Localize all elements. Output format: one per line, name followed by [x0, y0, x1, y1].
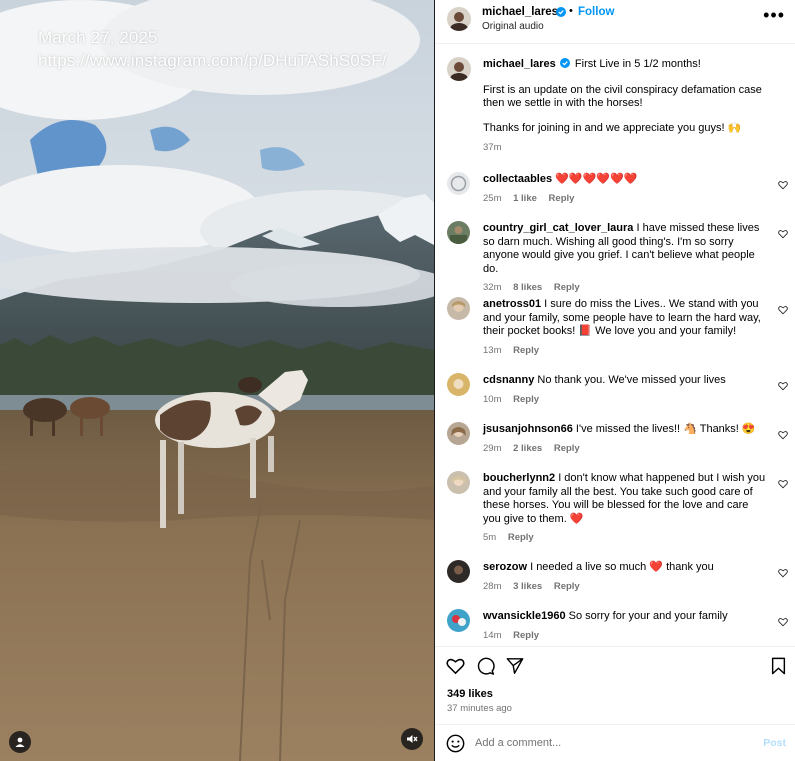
comment-likes[interactable]: 3 likes — [513, 581, 542, 592]
comment-time: 13m — [483, 344, 502, 356]
comment-time: 28m — [483, 580, 502, 592]
heart-icon[interactable] — [778, 229, 788, 242]
post-side-panel: michael_lares • Follow Original audio ••… — [435, 0, 795, 761]
caption-title: First Live in 5 1/2 months! — [574, 58, 701, 70]
comment-icon[interactable] — [476, 657, 495, 678]
reply-button[interactable]: Reply — [554, 282, 580, 293]
avatar[interactable] — [447, 57, 471, 81]
video-frame — [0, 0, 434, 761]
post-header: michael_lares • Follow Original audio ••… — [435, 0, 795, 44]
comment-time: 32m — [483, 282, 502, 293]
caption-timestamp: 37m — [483, 142, 502, 153]
caption-paragraph: First is an update on the civil conspira… — [483, 83, 762, 110]
like-icon[interactable] — [446, 657, 465, 678]
comment-text: So sorry for your and your family — [568, 610, 728, 622]
verified-badge-icon — [556, 7, 566, 20]
avatar[interactable] — [447, 172, 470, 195]
comment-username[interactable]: country_girl_cat_lover_laura — [483, 222, 633, 234]
caption-paragraph: Thanks for joining in and we appreciate … — [483, 121, 742, 134]
heart-icon[interactable] — [778, 430, 788, 443]
avatar[interactable] — [447, 221, 470, 244]
speaker-muted-icon — [407, 735, 418, 743]
reply-button[interactable]: Reply — [513, 394, 539, 405]
post-media[interactable]: March 27, 2025 https://www.instagram.com… — [0, 0, 434, 761]
comment-composer: Post — [435, 724, 795, 761]
comment-username[interactable]: anetross01 — [483, 298, 541, 310]
reply-button[interactable]: Reply — [549, 193, 575, 204]
heart-icon[interactable] — [778, 381, 788, 394]
likes-count[interactable]: 349 likes — [447, 688, 493, 700]
avatar[interactable] — [447, 560, 470, 583]
comment-text: No thank you. We've missed your lives — [537, 374, 726, 386]
comment-time: 10m — [483, 393, 502, 405]
reply-button[interactable]: Reply — [513, 345, 539, 356]
comment-username[interactable]: serozow — [483, 561, 527, 573]
bookmark-icon[interactable] — [771, 657, 786, 678]
avatar[interactable] — [447, 422, 470, 445]
heart-icon[interactable] — [778, 180, 788, 193]
avatar[interactable] — [447, 471, 470, 494]
user-icon — [15, 737, 25, 747]
reply-button[interactable]: Reply — [554, 443, 580, 454]
comment-username[interactable]: wvansickle1960 — [483, 610, 566, 622]
comment-input[interactable] — [475, 734, 745, 752]
comment-text: ❤️❤️❤️❤️❤️❤️ — [555, 173, 638, 185]
reply-button[interactable]: Reply — [508, 532, 534, 543]
caption-username[interactable]: michael_lares — [483, 58, 556, 70]
comment-time: 29m — [483, 442, 502, 454]
comment-username[interactable]: jsusanjohnson66 — [483, 423, 573, 435]
heart-icon[interactable] — [778, 617, 788, 630]
comment-username[interactable]: cdsnanny — [483, 374, 534, 386]
comment-time: 25m — [483, 192, 502, 204]
avatar[interactable] — [447, 609, 470, 632]
comments-list: collectaables ❤️❤️❤️❤️❤️❤️ 25m 1 like Re… — [435, 168, 795, 646]
post-comment-button[interactable]: Post — [763, 737, 786, 749]
comment-likes[interactable]: 2 likes — [513, 443, 542, 454]
audio-label[interactable]: Original audio — [482, 21, 544, 32]
post-timestamp: 37 minutes ago — [447, 703, 512, 714]
comment-likes[interactable]: 8 likes — [513, 282, 542, 293]
comment-text: I've missed the lives!! 🐴 Thanks! 😍 — [575, 423, 756, 435]
reply-button[interactable]: Reply — [513, 630, 539, 641]
comment-time: 14m — [483, 629, 502, 641]
comment-time: 5m — [483, 532, 497, 543]
avatar[interactable] — [447, 373, 470, 396]
post-actions: 349 likes 37 minutes ago — [435, 646, 795, 724]
heart-icon[interactable] — [778, 305, 788, 318]
tagged-users-button[interactable] — [9, 731, 31, 753]
comment-text: I needed a live so much ❤️ thank you — [530, 561, 714, 573]
author-username[interactable]: michael_lares — [482, 6, 558, 18]
emoji-icon[interactable] — [446, 734, 465, 756]
follow-button[interactable]: Follow — [578, 6, 614, 18]
overlay-date: March 27, 2025 — [38, 28, 158, 47]
verified-badge-icon — [559, 58, 570, 73]
overlay-url: https://www.instagram.com/p/DHuTAShS0SF/ — [38, 51, 387, 70]
comment-username[interactable]: collectaables — [483, 173, 552, 185]
comment-likes[interactable]: 1 like — [513, 193, 537, 204]
comment-username[interactable]: boucherlynn2 — [483, 472, 555, 484]
avatar[interactable] — [447, 7, 471, 31]
more-options-icon[interactable]: ••• — [763, 6, 785, 24]
heart-icon[interactable] — [778, 479, 788, 492]
reply-button[interactable]: Reply — [554, 581, 580, 592]
share-icon[interactable] — [506, 657, 524, 678]
heart-icon[interactable] — [778, 568, 788, 581]
mute-button[interactable] — [401, 728, 423, 750]
avatar[interactable] — [447, 297, 470, 320]
separator-dot: • — [569, 5, 573, 17]
